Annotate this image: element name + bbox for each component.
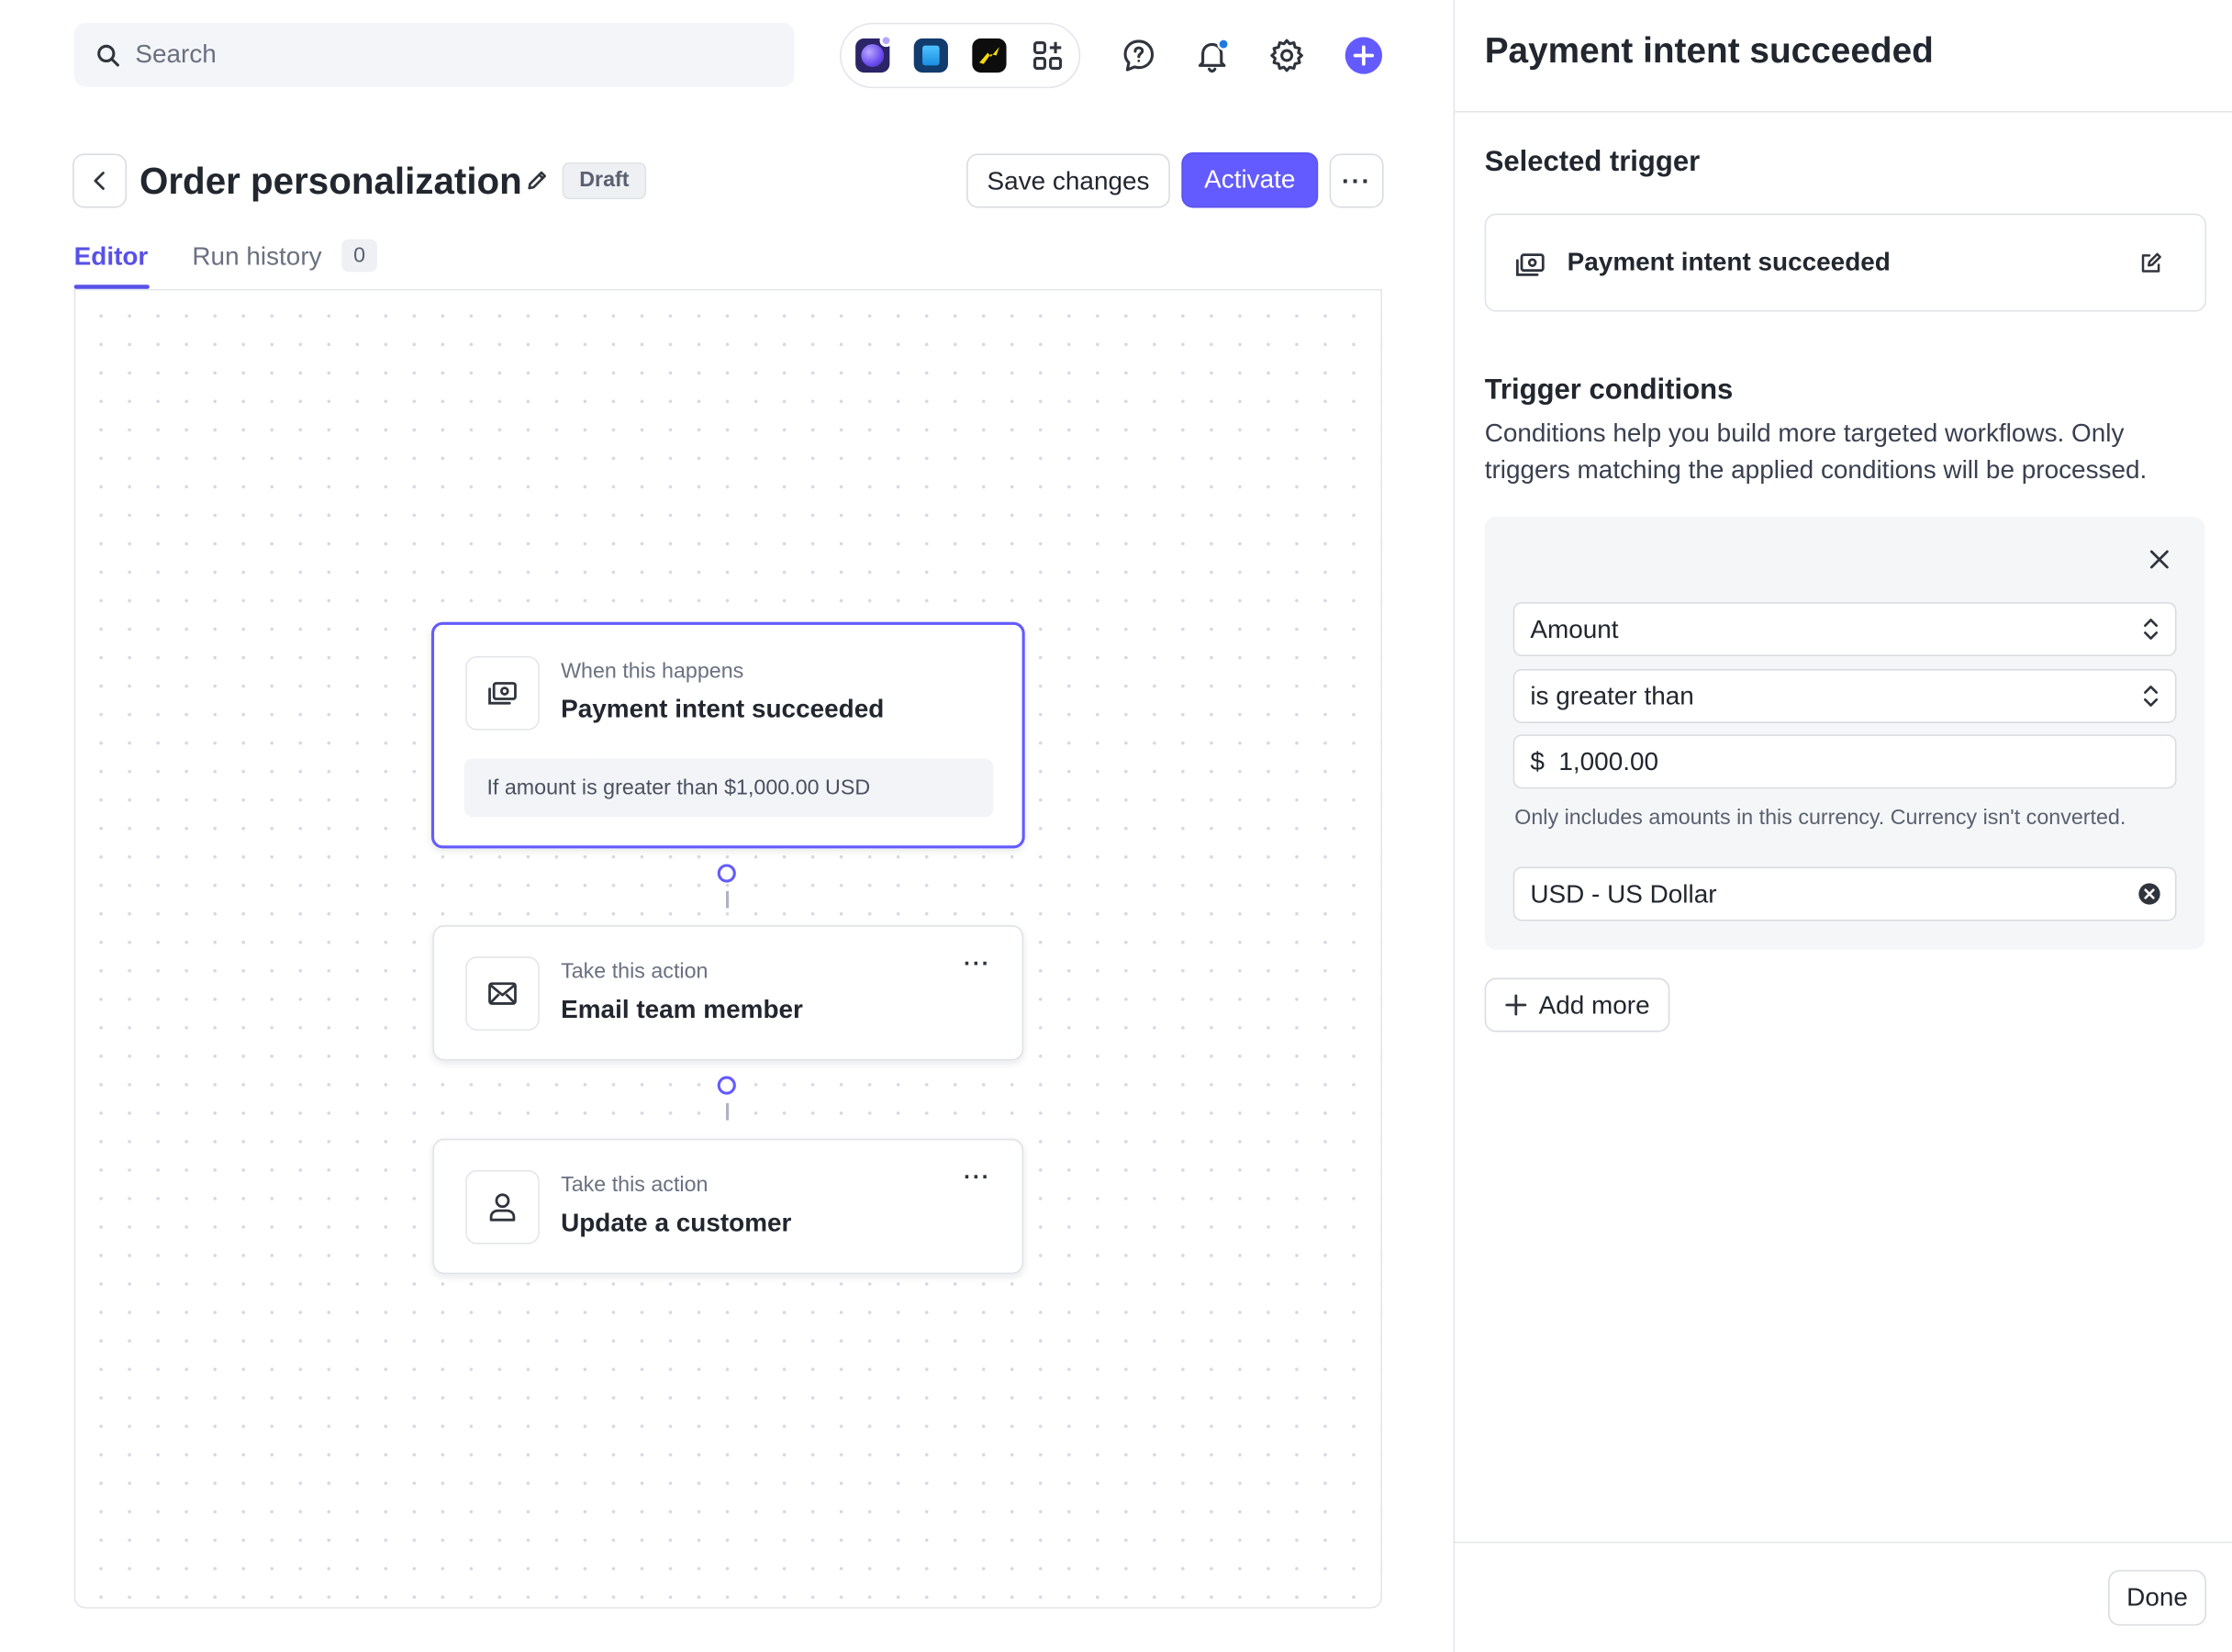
connector-line xyxy=(726,890,730,909)
settings-icon[interactable] xyxy=(1268,37,1305,73)
action-name: Email team member xyxy=(561,995,803,1024)
trigger-icon-box xyxy=(465,656,540,731)
search-input[interactable]: Search xyxy=(73,22,795,87)
action-caption: Take this action xyxy=(561,959,709,984)
tab-run-history[interactable]: Run history xyxy=(192,240,321,273)
trigger-condition-summary: If amount is greater than $1,000.00 USD xyxy=(463,758,994,818)
selected-trigger-name: Payment intent succeeded xyxy=(1567,247,1891,276)
trigger-name: Payment intent succeeded xyxy=(561,694,885,723)
connector-line xyxy=(726,1103,730,1121)
action-menu-button[interactable]: ··· xyxy=(964,953,990,976)
selected-trigger-heading: Selected trigger xyxy=(1484,146,1701,178)
help-icon[interactable] xyxy=(1121,37,1157,73)
search-placeholder: Search xyxy=(135,39,217,69)
action-icon-box xyxy=(465,1169,540,1245)
add-more-label: Add more xyxy=(1538,989,1650,1019)
trigger-conditions-heading: Trigger conditions xyxy=(1484,374,1734,407)
status-badge: Draft xyxy=(562,162,647,200)
chevron-up-down-icon xyxy=(2144,686,2159,707)
lightning-app-icon[interactable] xyxy=(972,38,1007,73)
panel-title: Payment intent succeeded xyxy=(1484,31,1934,72)
person-icon xyxy=(489,1193,516,1222)
create-plus-icon[interactable] xyxy=(1344,36,1383,75)
search-icon xyxy=(97,43,119,66)
trigger-conditions-description: Conditions help you build more targeted … xyxy=(1484,418,2148,485)
panel-header-divider xyxy=(1455,110,2232,113)
payment-cash-icon xyxy=(488,682,517,705)
connector-node[interactable] xyxy=(717,864,736,883)
save-changes-button[interactable]: Save changes xyxy=(966,153,1170,208)
action-name: Update a customer xyxy=(561,1208,792,1237)
installed-apps-group xyxy=(840,22,1081,89)
action-icon-box xyxy=(465,956,540,1031)
condition-field-select[interactable]: Amount xyxy=(1512,602,2177,657)
panel-divider xyxy=(1453,0,1456,1652)
trigger-card[interactable]: When this happens Payment intent succeed… xyxy=(430,621,1025,849)
condition-operator-select[interactable]: is greater than xyxy=(1512,668,2177,723)
activate-button[interactable]: Activate xyxy=(1181,151,1319,208)
purple-orb-app-icon[interactable] xyxy=(855,34,893,73)
condition-operator-value: is greater than xyxy=(1530,681,1694,710)
panel-footer-divider xyxy=(1455,1541,2232,1544)
chevron-up-down-icon xyxy=(2144,619,2159,640)
notifications-icon[interactable] xyxy=(1194,37,1231,73)
currency-value: USD - US Dollar xyxy=(1530,879,1717,909)
condition-field-value: Amount xyxy=(1530,615,1619,644)
plus-icon xyxy=(1505,994,1527,1016)
close-icon[interactable] xyxy=(2149,550,2170,570)
action-caption: Take this action xyxy=(561,1173,709,1198)
edit-title-pencil-icon[interactable] xyxy=(525,168,549,192)
amount-input[interactable]: $ 1,000.00 xyxy=(1512,734,2177,789)
tab-editor[interactable]: Editor xyxy=(74,240,149,273)
selected-trigger-card: Payment intent succeeded xyxy=(1484,213,2207,312)
blue-cube-app-icon[interactable] xyxy=(913,38,948,73)
currency-select[interactable]: USD - US Dollar xyxy=(1512,866,2177,921)
currency-help-text: Only includes amounts in this currency. … xyxy=(1514,805,2126,831)
mail-icon xyxy=(488,982,517,1005)
page-title: Order personalization xyxy=(139,159,522,203)
clear-circle-icon[interactable] xyxy=(2138,883,2161,906)
back-button[interactable] xyxy=(73,153,128,208)
run-history-count-badge: 0 xyxy=(341,239,378,273)
add-more-button[interactable]: Add more xyxy=(1484,977,1670,1032)
trigger-caption: When this happens xyxy=(561,659,744,684)
action-menu-button[interactable]: ··· xyxy=(964,1166,990,1189)
chevron-left-icon xyxy=(94,172,105,190)
payment-cash-icon xyxy=(1515,253,1545,276)
connector-node[interactable] xyxy=(717,1076,736,1095)
action-card-email[interactable]: Take this action Email team member ··· xyxy=(432,925,1024,1061)
action-card-update-customer[interactable]: Take this action Update a customer ··· xyxy=(432,1138,1024,1275)
done-button[interactable]: Done xyxy=(2108,1569,2207,1626)
more-options-button[interactable]: ··· xyxy=(1329,153,1384,208)
edit-trigger-icon[interactable] xyxy=(2139,252,2162,275)
condition-group: Amount is greater than $ 1,000.00 Only i… xyxy=(1484,517,2205,950)
apps-grid-icon[interactable] xyxy=(1031,39,1065,73)
